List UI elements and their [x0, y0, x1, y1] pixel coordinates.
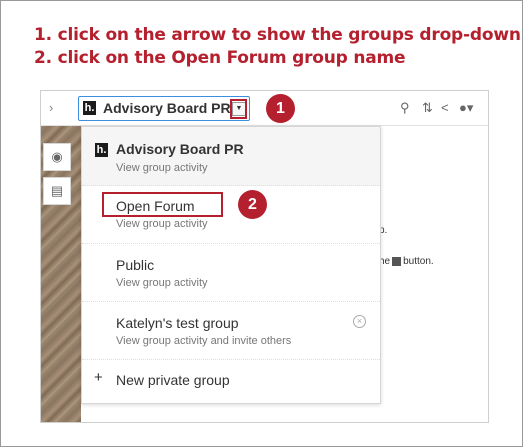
search-icon[interactable]: ⚲ — [400, 100, 410, 116]
current-group-name[interactable]: Advisory Board PR — [103, 100, 231, 116]
new-private-group-label[interactable]: New private group — [116, 372, 230, 388]
group-name[interactable]: Katelyn's test group — [116, 315, 239, 331]
hypothesis-logo-icon: h. — [83, 101, 96, 115]
background-text-2: he button. — [379, 256, 434, 267]
step-1-badge: 1 — [266, 94, 295, 123]
plus-icon: + — [94, 369, 103, 386]
leave-group-icon[interactable]: × — [353, 315, 366, 328]
group-name[interactable]: Public — [116, 257, 154, 273]
instruction-step-2: 2. click on the Open Forum group name — [34, 48, 406, 68]
highlight-box-arrow — [230, 99, 247, 119]
annotate-button-icon — [392, 256, 402, 266]
eye-icon[interactable]: ◉ — [43, 143, 71, 171]
annotation-icon[interactable]: ▤ — [43, 177, 71, 205]
group-sub[interactable]: View group activity — [116, 218, 208, 230]
groups-dropdown: h. Advisory Board PR View group activity… — [81, 126, 381, 404]
group-item-katelyns-test-group[interactable]: Katelyn's test group View group activity… — [82, 301, 380, 360]
group-selector[interactable]: h. Advisory Board PR ▼ — [78, 96, 250, 121]
top-bar: › h. Advisory Board PR ▼ 1 ⚲ ⇅ < ●▾ — [41, 91, 488, 126]
group-sub[interactable]: View group activity — [116, 277, 208, 289]
user-icon[interactable]: ●▾ — [459, 100, 473, 116]
group-item-public[interactable]: Public View group activity — [82, 243, 380, 302]
new-private-group-item[interactable]: + New private group — [82, 359, 380, 403]
group-item-open-forum[interactable]: Open Forum View group activity — [82, 185, 380, 244]
hypothesis-logo-icon: h. — [95, 143, 108, 157]
share-icon[interactable]: < — [441, 100, 449, 115]
sort-icon[interactable]: ⇅ — [422, 100, 433, 116]
group-sub[interactable]: View group activity and invite others — [116, 335, 291, 347]
highlight-box-open-forum — [102, 192, 223, 217]
chevron-left-icon[interactable]: › — [49, 100, 53, 115]
group-sub[interactable]: View group activity — [116, 162, 208, 174]
group-name[interactable]: Advisory Board PR — [116, 141, 244, 157]
group-item-advisory-board-pr[interactable]: h. Advisory Board PR View group activity — [82, 127, 380, 186]
step-2-badge: 2 — [238, 190, 267, 219]
hypothesis-sidebar-screenshot: › h. Advisory Board PR ▼ 1 ⚲ ⇅ < ●▾ ◉ ▤ … — [40, 90, 489, 423]
instruction-step-1: 1. click on the arrow to show the groups… — [34, 25, 521, 45]
tutorial-frame: 1. click on the arrow to show the groups… — [0, 0, 523, 447]
